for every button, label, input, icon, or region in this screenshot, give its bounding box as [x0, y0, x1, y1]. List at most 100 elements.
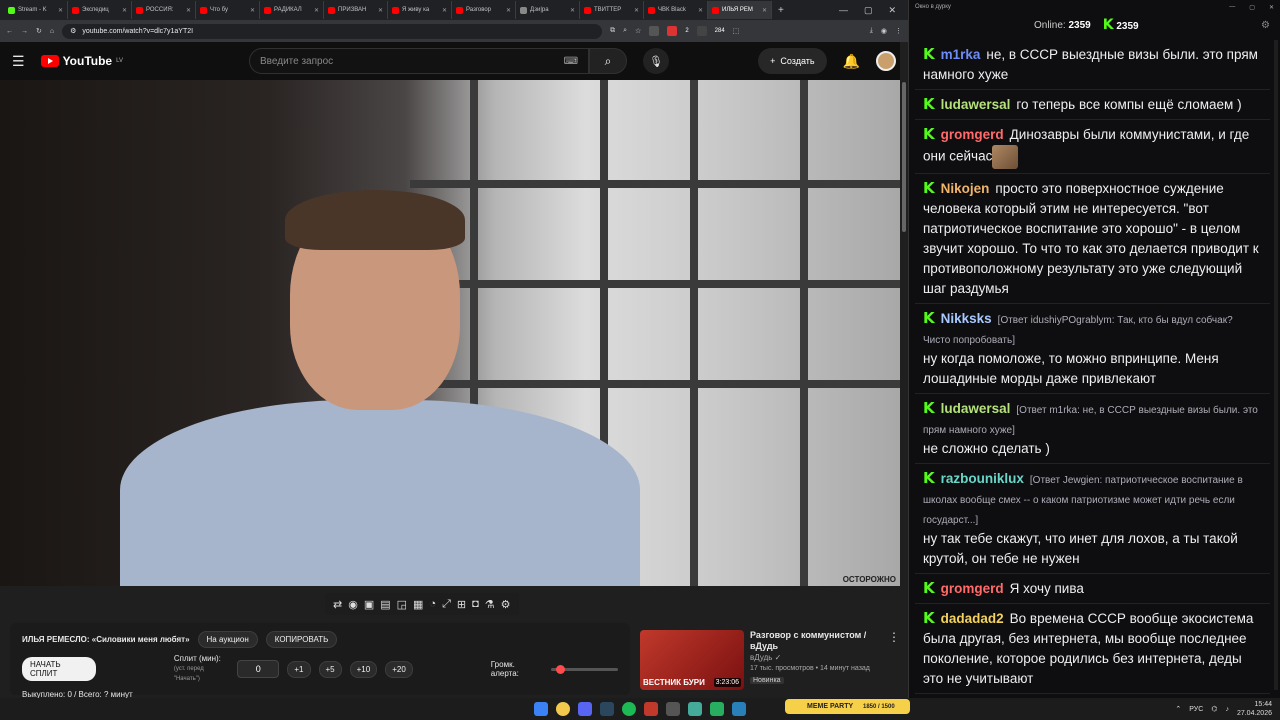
- network-icon[interactable]: ⌬: [1211, 705, 1217, 713]
- tab-close-icon[interactable]: ✕: [506, 7, 511, 14]
- extensions-puzzle-icon[interactable]: ⬚: [733, 27, 740, 35]
- video-settings-icon[interactable]: ▣: [364, 598, 374, 611]
- recommended-title[interactable]: Разговор с коммунистом / вДудь: [750, 630, 882, 652]
- tab-close-icon[interactable]: ✕: [762, 7, 767, 14]
- tab-close-icon[interactable]: ✕: [58, 7, 63, 14]
- browser-tab[interactable]: ИЛЬЯ РЕМ ✕: [708, 1, 772, 19]
- browser-tab[interactable]: Что бу ✕: [196, 1, 260, 19]
- app-icon[interactable]: [644, 702, 658, 716]
- recommended-video[interactable]: ВЕСТНИК БУРИ 3:23:06 Разговор с коммунис…: [640, 630, 900, 694]
- keyboard-icon[interactable]: ⌨: [564, 56, 578, 67]
- page-scrollbar[interactable]: [900, 42, 908, 698]
- search-input[interactable]: Введите запрос ⌨: [249, 48, 590, 74]
- volume-icon[interactable]: ♪: [1225, 706, 1229, 713]
- minimize-icon[interactable]: —: [839, 5, 848, 16]
- chat-username[interactable]: gromgerd: [941, 127, 1004, 142]
- chat-username[interactable]: ludawersal: [941, 97, 1011, 112]
- settings-icon[interactable]: ⚙: [1261, 20, 1270, 31]
- tab-close-icon[interactable]: ✕: [570, 7, 575, 14]
- app-icon[interactable]: [688, 702, 702, 716]
- download-icon[interactable]: ⤓: [870, 27, 873, 35]
- browser-tab[interactable]: Дзи|ра ✕: [516, 1, 580, 19]
- alert-volume-slider[interactable]: [550, 664, 618, 674]
- browser-tab[interactable]: ТВИТТЕР ✕: [580, 1, 644, 19]
- chat-username[interactable]: razbouniklux: [941, 471, 1024, 486]
- flask-icon[interactable]: ⚗: [485, 598, 495, 611]
- channel-name[interactable]: вДудь: [750, 653, 772, 662]
- to-auction-button[interactable]: На аукцион: [197, 631, 258, 648]
- chat-username[interactable]: m1rka: [941, 47, 981, 62]
- tab-close-icon[interactable]: ✕: [378, 7, 383, 14]
- start-icon[interactable]: [534, 702, 548, 716]
- extension-badge-icon[interactable]: [667, 26, 678, 36]
- more-options-icon[interactable]: ⋮: [888, 630, 900, 694]
- tab-close-icon[interactable]: ✕: [698, 7, 703, 14]
- new-tab-button[interactable]: +: [772, 5, 790, 16]
- minimize-icon[interactable]: —: [1229, 4, 1235, 11]
- increment-20-button[interactable]: +20: [385, 660, 413, 678]
- start-split-button[interactable]: НАЧАТЬ СПЛИТ: [22, 657, 96, 681]
- browser-tab[interactable]: РОССИЯ: ✕: [132, 1, 196, 19]
- close-icon[interactable]: ✕: [1269, 4, 1274, 11]
- youtube-logo[interactable]: YouTube LV: [40, 54, 123, 68]
- tab-close-icon[interactable]: ✕: [442, 7, 447, 14]
- chat-username[interactable]: ludawersal: [941, 401, 1011, 416]
- add-icon[interactable]: ⊞: [457, 598, 466, 611]
- tab-close-icon[interactable]: ✕: [122, 7, 127, 14]
- tab-close-icon[interactable]: ✕: [314, 7, 319, 14]
- audio-icon[interactable]: ◉: [348, 598, 358, 611]
- site-info-icon[interactable]: ⚙: [70, 27, 76, 35]
- maximize-icon[interactable]: ▢: [1249, 4, 1255, 11]
- copy-button[interactable]: КОПИРОВАТЬ: [265, 631, 338, 648]
- chat-username[interactable]: gromgerd: [941, 581, 1004, 596]
- gear-icon[interactable]: ⚙: [501, 598, 511, 611]
- chat-username[interactable]: Nikksks: [941, 311, 992, 326]
- zoom-icon[interactable]: ⌕: [623, 27, 627, 35]
- hamburger-menu-icon[interactable]: ☰: [12, 53, 25, 70]
- translate-icon[interactable]: ⧉: [610, 27, 615, 35]
- loop-icon[interactable]: ⇄: [333, 598, 342, 611]
- spotify-icon[interactable]: [622, 702, 636, 716]
- video-thumbnail[interactable]: ВЕСТНИК БУРИ 3:23:06: [640, 630, 744, 690]
- home-icon[interactable]: ⌂: [50, 28, 54, 35]
- video-player[interactable]: ОСТОРОЖНО: [0, 80, 900, 586]
- voice-search-button[interactable]: 🎙: [643, 48, 670, 74]
- notifications-bell-icon[interactable]: 🔔: [843, 53, 860, 70]
- cinema-icon[interactable]: ▦: [413, 598, 423, 611]
- slider-knob[interactable]: [555, 664, 565, 674]
- tab-close-icon[interactable]: ✕: [250, 7, 255, 14]
- picture-in-picture-icon[interactable]: ◲: [397, 598, 407, 611]
- split-minutes-input[interactable]: 0: [237, 660, 280, 678]
- telegram-icon[interactable]: [732, 702, 746, 716]
- chat-username[interactable]: Nikojen: [941, 181, 990, 196]
- clock[interactable]: 15:44 27.04.2026: [1237, 700, 1272, 718]
- scrollbar-thumb[interactable]: [902, 82, 906, 232]
- extension-icon[interactable]: [649, 26, 660, 36]
- browser-tab[interactable]: Разговор ✕: [452, 1, 516, 19]
- tab-close-icon[interactable]: ✕: [186, 7, 191, 14]
- increment-1-button[interactable]: +1: [287, 660, 311, 678]
- extension-counter-icon[interactable]: [696, 26, 707, 36]
- menu-dots-icon[interactable]: ⋮: [895, 27, 902, 35]
- browser-tab[interactable]: ПРИЗВАН ✕: [324, 1, 388, 19]
- meme-party-widget[interactable]: MEME PARTY 1850 / 1500: [785, 699, 910, 714]
- close-icon[interactable]: ✕: [888, 5, 896, 16]
- browser-tab[interactable]: ЧВК Black ✕: [644, 1, 708, 19]
- increment-5-button[interactable]: +5: [318, 660, 342, 678]
- forward-icon[interactable]: →: [21, 28, 28, 35]
- create-button[interactable]: + Создать: [758, 48, 827, 74]
- fullscreen-icon[interactable]: ⤢: [442, 598, 451, 611]
- chat-username[interactable]: dadadad2: [941, 611, 1004, 626]
- maximize-icon[interactable]: ▢: [864, 5, 873, 16]
- increment-10-button[interactable]: +10: [349, 660, 378, 678]
- search-button[interactable]: ⌕: [589, 48, 628, 74]
- chrome-icon[interactable]: [556, 702, 570, 716]
- reload-icon[interactable]: ↻: [36, 27, 42, 35]
- back-icon[interactable]: ←: [6, 28, 13, 35]
- tab-close-icon[interactable]: ✕: [634, 7, 639, 14]
- discord-icon[interactable]: [578, 702, 592, 716]
- url-field[interactable]: ⚙ youtube.com/watch?v=dlc7y1aYT2I: [62, 23, 603, 39]
- profile-icon[interactable]: ◉: [881, 27, 887, 35]
- tray-arrow-icon[interactable]: ⌃: [1175, 705, 1181, 713]
- speed-icon[interactable]: ◔: [429, 598, 436, 610]
